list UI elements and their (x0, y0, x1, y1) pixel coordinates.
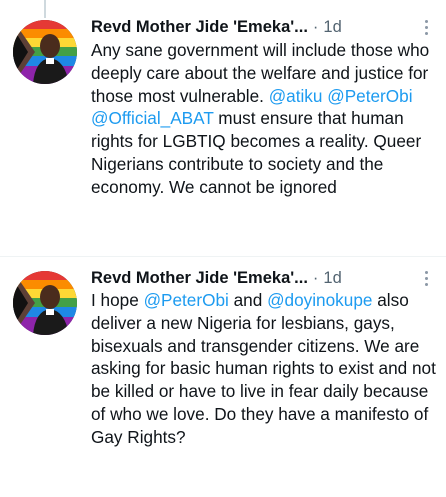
separator-dot: · (312, 17, 319, 36)
tweet-text: I hope @PeterObi and @doyinokupe also de… (91, 289, 438, 449)
tweet-text-segment: also deliver a new Nigeria for lesbians,… (91, 290, 436, 447)
separator-dot: · (312, 268, 319, 287)
avatar[interactable] (13, 271, 77, 335)
author-name[interactable]: Revd Mother Jide 'Emeka'... (91, 18, 308, 37)
author-name[interactable]: Revd Mother Jide 'Emeka'... (91, 269, 308, 288)
avatar[interactable] (13, 20, 77, 84)
timestamp[interactable]: 1d (323, 269, 341, 288)
mention-link[interactable]: @doyinokupe (267, 290, 372, 310)
tweet-text: Any sane government will include those w… (91, 39, 438, 199)
timestamp[interactable]: 1d (323, 18, 341, 37)
mention-link[interactable]: @PeterObi (327, 86, 412, 106)
mention-link[interactable]: @Official_ABAT (91, 108, 214, 128)
tweet-text-segment: and (228, 290, 268, 310)
tweet[interactable]: Revd Mother Jide 'Emeka'... · 1d I hope … (0, 257, 446, 497)
mention-link[interactable]: @atiku (269, 86, 323, 106)
tweet-header: Revd Mother Jide 'Emeka'... · 1d (91, 267, 434, 289)
tweet-header: Revd Mother Jide 'Emeka'... · 1d (91, 16, 434, 38)
tweet[interactable]: Revd Mother Jide 'Emeka'... · 1d Any san… (0, 0, 446, 256)
more-options-icon[interactable] (418, 268, 434, 288)
more-options-icon[interactable] (418, 17, 434, 37)
tweet-text-segment: I hope (91, 290, 144, 310)
mention-link[interactable]: @PeterObi (144, 290, 229, 310)
